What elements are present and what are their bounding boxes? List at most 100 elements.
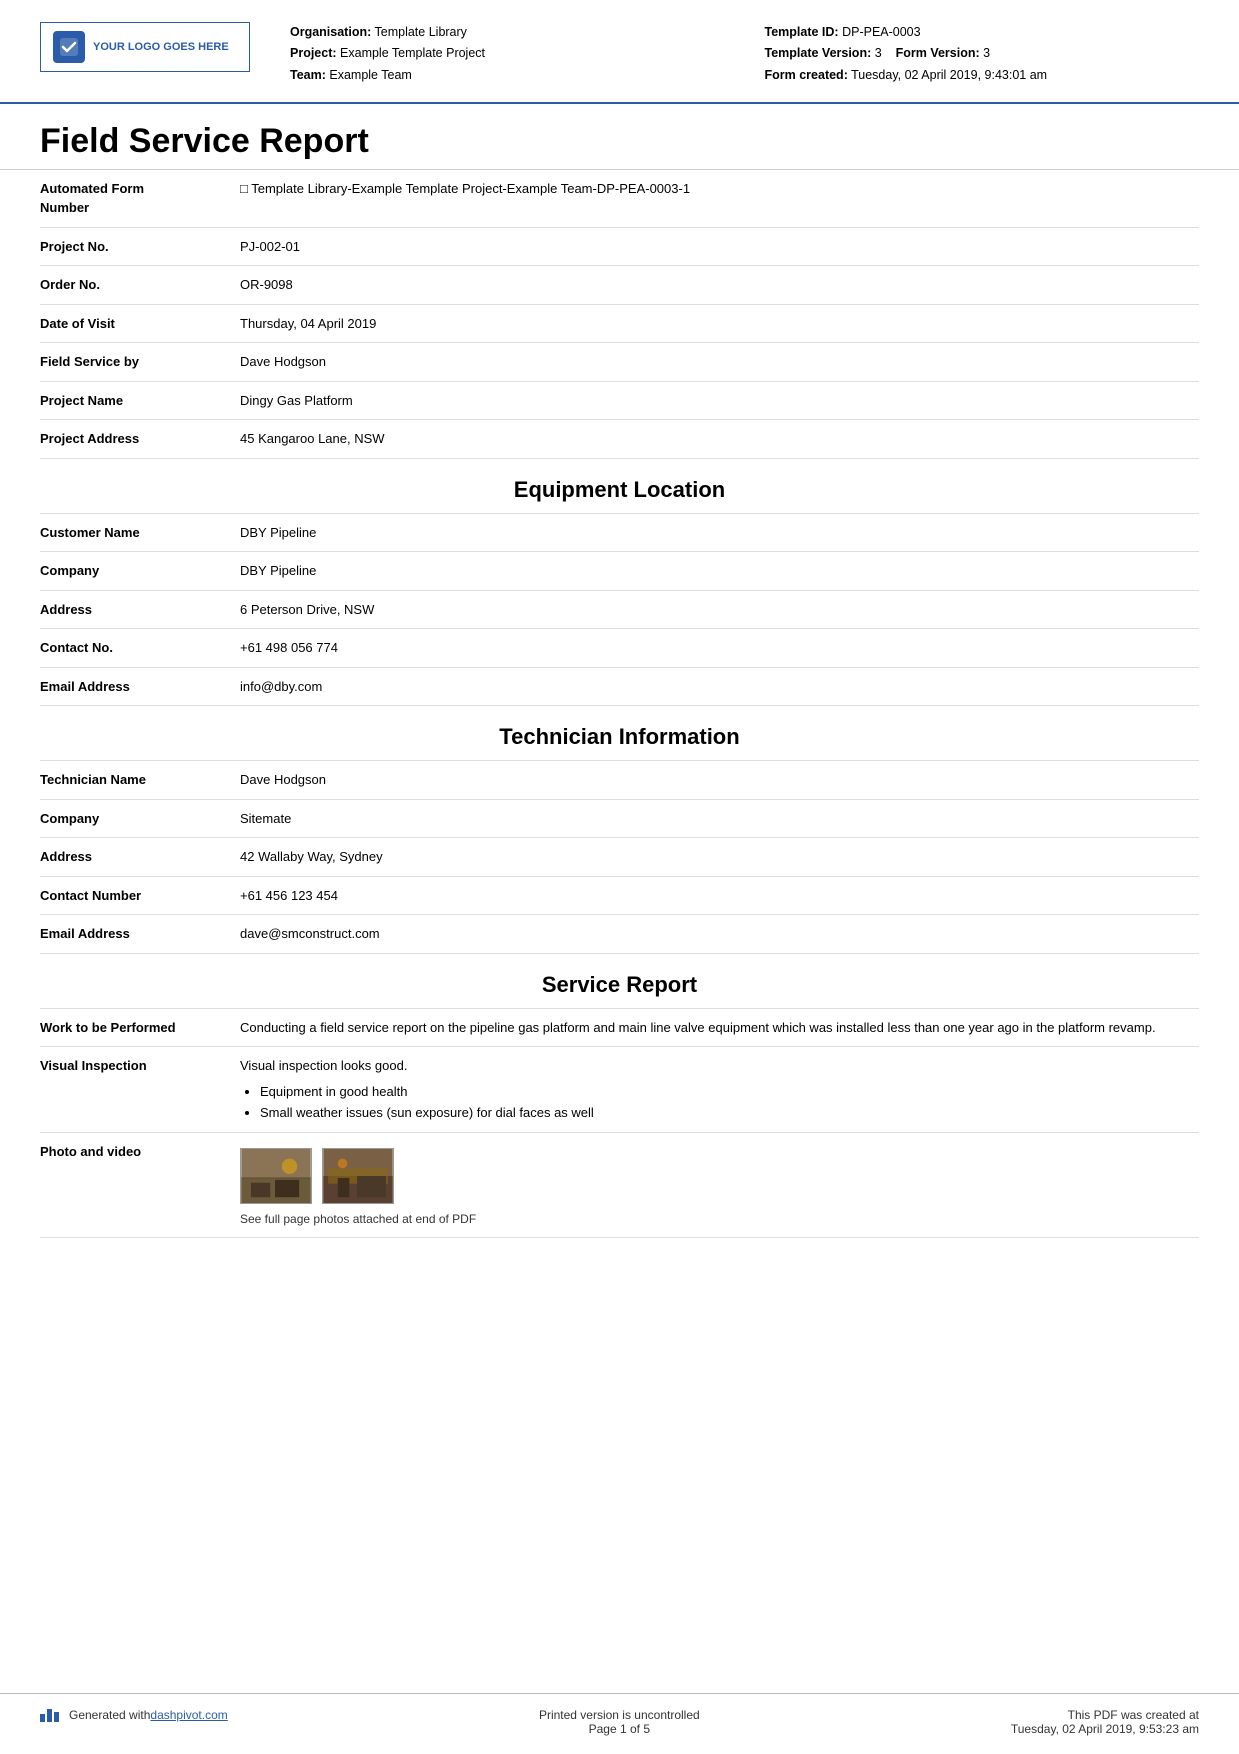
- bullet-item: Small weather issues (sun exposure) for …: [260, 1103, 1199, 1124]
- content: Automated FormNumber □ Template Library-…: [0, 170, 1239, 1693]
- page: YOUR LOGO GOES HERE Organisation: Templa…: [0, 0, 1239, 1754]
- photo-caption: See full page photos attached at end of …: [240, 1210, 1199, 1228]
- info-row-address: Address 6 Peterson Drive, NSW: [40, 591, 1199, 630]
- template-id-value: DP-PEA-0003: [842, 25, 921, 39]
- info-row-project-no: Project No. PJ-002-01: [40, 228, 1199, 267]
- info-label: Visual Inspection: [40, 1056, 240, 1076]
- visual-inspection-bullets: Equipment in good health Small weather i…: [240, 1082, 1199, 1124]
- header-meta: Organisation: Template Library Project: …: [290, 22, 1199, 86]
- info-label: Project No.: [40, 237, 240, 257]
- info-value: 6 Peterson Drive, NSW: [240, 600, 1199, 620]
- info-value: DBY Pipeline: [240, 523, 1199, 543]
- info-label: Work to be Performed: [40, 1018, 240, 1038]
- project-line: Project: Example Template Project: [290, 43, 725, 64]
- info-value: +61 456 123 454: [240, 886, 1199, 906]
- footer-left: Generated with dashpivot.com: [40, 1708, 228, 1722]
- info-row-date-of-visit: Date of Visit Thursday, 04 April 2019: [40, 305, 1199, 344]
- info-row-visual-inspection: Visual Inspection Visual inspection look…: [40, 1047, 1199, 1133]
- info-value: Sitemate: [240, 809, 1199, 829]
- info-value: Dingy Gas Platform: [240, 391, 1199, 411]
- info-label: Project Name: [40, 391, 240, 411]
- info-row-field-service-by: Field Service by Dave Hodgson: [40, 343, 1199, 382]
- info-value: See full page photos attached at end of …: [240, 1142, 1199, 1228]
- info-row-work-to-be-performed: Work to be Performed Conducting a field …: [40, 1009, 1199, 1048]
- info-label: Field Service by: [40, 352, 240, 372]
- info-row-project-address: Project Address 45 Kangaroo Lane, NSW: [40, 420, 1199, 459]
- footer-right-line2: Tuesday, 02 April 2019, 9:53:23 am: [1011, 1722, 1199, 1736]
- template-id-line: Template ID: DP-PEA-0003: [765, 22, 1200, 43]
- info-row-technician-name: Technician Name Dave Hodgson: [40, 761, 1199, 800]
- info-label: Technician Name: [40, 770, 240, 790]
- org-label: Organisation:: [290, 25, 371, 39]
- technician-information-heading: Technician Information: [40, 706, 1199, 761]
- info-value: Conducting a field service report on the…: [240, 1018, 1199, 1038]
- logo-text: YOUR LOGO GOES HERE: [93, 40, 229, 54]
- logo-icon: [53, 31, 85, 63]
- info-row-technician-email: Email Address dave@smconstruct.com: [40, 915, 1199, 954]
- info-label: Project Address: [40, 429, 240, 449]
- footer-center: Printed version is uncontrolled Page 1 o…: [539, 1708, 700, 1736]
- visual-inspection-text: Visual inspection looks good.: [240, 1058, 407, 1073]
- org-line: Organisation: Template Library: [290, 22, 725, 43]
- info-row-customer-name: Customer Name DBY Pipeline: [40, 514, 1199, 553]
- form-version-value: 3: [983, 46, 990, 60]
- header: YOUR LOGO GOES HERE Organisation: Templa…: [0, 0, 1239, 104]
- form-created-label: Form created:: [765, 68, 848, 82]
- info-label: Date of Visit: [40, 314, 240, 334]
- info-row-company: Company DBY Pipeline: [40, 552, 1199, 591]
- equipment-location-heading: Equipment Location: [40, 459, 1199, 514]
- info-row-project-name: Project Name Dingy Gas Platform: [40, 382, 1199, 421]
- info-label: Photo and video: [40, 1142, 240, 1162]
- logo-area: YOUR LOGO GOES HERE: [40, 22, 250, 72]
- info-label: Contact Number: [40, 886, 240, 906]
- service-report-section: Work to be Performed Conducting a field …: [40, 1009, 1199, 1239]
- info-value: 42 Wallaby Way, Sydney: [240, 847, 1199, 867]
- info-row-contact-no: Contact No. +61 498 056 774: [40, 629, 1199, 668]
- info-value: PJ-002-01: [240, 237, 1199, 257]
- info-label: Order No.: [40, 275, 240, 295]
- bar3: [54, 1712, 59, 1722]
- info-label: Company: [40, 561, 240, 581]
- info-row-email-address: Email Address info@dby.com: [40, 668, 1199, 707]
- team-value: Example Team: [329, 68, 411, 82]
- dashpivot-link[interactable]: dashpivot.com: [150, 1708, 227, 1722]
- info-label: Address: [40, 847, 240, 867]
- info-value: 45 Kangaroo Lane, NSW: [240, 429, 1199, 449]
- info-row-technician-company: Company Sitemate: [40, 800, 1199, 839]
- info-row-technician-address: Address 42 Wallaby Way, Sydney: [40, 838, 1199, 877]
- info-row-contact-number: Contact Number +61 456 123 454: [40, 877, 1199, 916]
- info-row-automated-form-number: Automated FormNumber □ Template Library-…: [40, 170, 1199, 228]
- service-report-heading: Service Report: [40, 954, 1199, 1009]
- project-value: Example Template Project: [340, 46, 485, 60]
- info-value: OR-9098: [240, 275, 1199, 295]
- footer-right: This PDF was created at Tuesday, 02 Apri…: [1011, 1708, 1199, 1736]
- footer-right-line1: This PDF was created at: [1011, 1708, 1199, 1722]
- form-version-label: Form Version:: [896, 46, 980, 60]
- info-label: Customer Name: [40, 523, 240, 543]
- bar-chart-icon: [40, 1709, 59, 1722]
- header-col-right: Template ID: DP-PEA-0003 Template Versio…: [765, 22, 1200, 86]
- team-label: Team:: [290, 68, 326, 82]
- info-value: info@dby.com: [240, 677, 1199, 697]
- info-value: □ Template Library-Example Template Proj…: [240, 179, 1199, 199]
- info-label: Automated FormNumber: [40, 179, 240, 218]
- bullet-item: Equipment in good health: [260, 1082, 1199, 1103]
- info-label: Email Address: [40, 677, 240, 697]
- info-value: Thursday, 04 April 2019: [240, 314, 1199, 334]
- generated-text: Generated with: [69, 1708, 150, 1722]
- photo-thumb-1: [240, 1148, 312, 1204]
- info-value: DBY Pipeline: [240, 561, 1199, 581]
- footer-center-line2: Page 1 of 5: [539, 1722, 700, 1736]
- info-value: +61 498 056 774: [240, 638, 1199, 658]
- template-id-label: Template ID:: [765, 25, 839, 39]
- org-value: Template Library: [375, 25, 467, 39]
- info-value: Dave Hodgson: [240, 770, 1199, 790]
- team-line: Team: Example Team: [290, 65, 725, 86]
- photo-container: [240, 1148, 1199, 1204]
- info-label: Address: [40, 600, 240, 620]
- info-label: Contact No.: [40, 638, 240, 658]
- technician-information-section: Technician Name Dave Hodgson Company Sit…: [40, 761, 1199, 954]
- version-line: Template Version: 3 Form Version: 3: [765, 43, 1200, 64]
- form-created-value: Tuesday, 02 April 2019, 9:43:01 am: [851, 68, 1047, 82]
- footer-center-line1: Printed version is uncontrolled: [539, 1708, 700, 1722]
